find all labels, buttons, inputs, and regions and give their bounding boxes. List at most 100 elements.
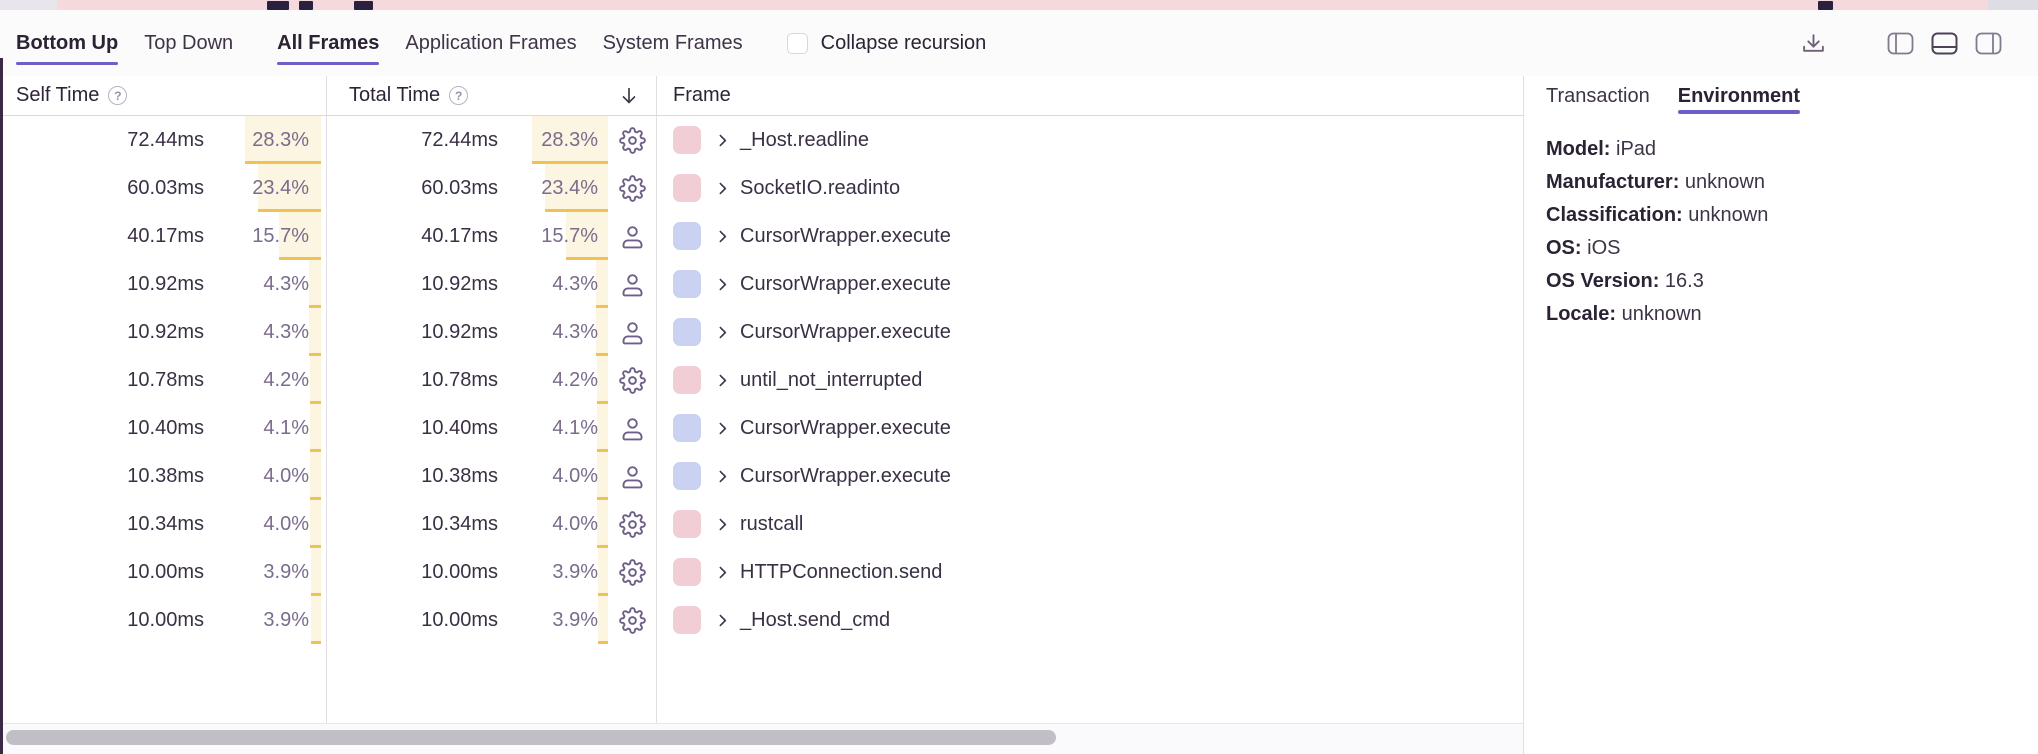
table-row[interactable]: 72.44ms28.3%72.44ms28.3%_Host.readline (0, 116, 1523, 164)
tab-top-down[interactable]: Top Down (144, 10, 233, 76)
total-time-value: 10.34ms (421, 513, 498, 536)
total-time-cell: 10.00ms3.9% (327, 548, 657, 596)
sort-desc-icon[interactable] (618, 84, 640, 108)
minimap-frame-mark (267, 1, 289, 10)
self-time-cell: 72.44ms28.3% (0, 116, 327, 164)
frame-cell: _Host.send_cmd (657, 596, 1523, 644)
self-time-cell: 10.92ms4.3% (0, 260, 327, 308)
total-time-percent: 3.9% (498, 548, 608, 596)
person-icon (608, 271, 656, 298)
chevron-right-icon[interactable] (714, 516, 731, 533)
collapse-recursion-checkbox[interactable] (787, 33, 808, 54)
table-row[interactable]: 10.38ms4.0%10.38ms4.0%CursorWrapper.exec… (0, 452, 1523, 500)
total-time-value: 10.92ms (421, 273, 498, 296)
frame-name: CursorWrapper.execute (740, 225, 951, 248)
total-time-cell: 10.92ms4.3% (327, 260, 657, 308)
total-time-column-header[interactable]: Total Time ? (327, 76, 657, 115)
flamechart-minimap-strip[interactable] (0, 0, 2038, 10)
chevron-right-icon[interactable] (714, 564, 731, 581)
table-row[interactable]: 40.17ms15.7%40.17ms15.7% CursorWrapper.ex… (0, 212, 1523, 260)
total-time-percent: 28.3% (498, 116, 608, 164)
total-time-value: 40.17ms (421, 225, 498, 248)
layout-split-left-icon[interactable] (1887, 32, 1914, 55)
download-icon[interactable] (1801, 31, 1826, 56)
collapse-recursion-label: Collapse recursion (821, 32, 987, 55)
tab-environment[interactable]: Environment (1678, 76, 1800, 116)
total-time-percent: 4.1% (498, 404, 608, 452)
self-time-percent: 4.0% (204, 500, 321, 548)
self-time-cell: 10.00ms3.9% (0, 548, 327, 596)
horizontal-scrollbar-thumb[interactable] (6, 730, 1056, 745)
chevron-right-icon[interactable] (714, 228, 731, 245)
self-time-cell: 10.78ms4.2% (0, 356, 327, 404)
frame-color-swatch (673, 222, 701, 250)
self-time-percent: 23.4% (204, 164, 321, 212)
table-row[interactable]: 10.78ms4.2%10.78ms4.2%until_not_interrup… (0, 356, 1523, 404)
self-time-percent: 28.3% (204, 116, 321, 164)
table-row[interactable]: 10.34ms4.0%10.34ms4.0%rustcall (0, 500, 1523, 548)
environment-field: Locale: unknown (1546, 298, 2016, 331)
frame-name: SocketIO.readinto (740, 177, 900, 200)
self-time-value: 10.40ms (127, 417, 204, 440)
tab-all-frames[interactable]: All Frames (277, 10, 379, 76)
total-time-value: 60.03ms (421, 177, 498, 200)
self-time-percent: 3.9% (204, 548, 321, 596)
table-empty-space (0, 644, 1523, 723)
frame-cell: CursorWrapper.execute (657, 308, 1523, 356)
layout-split-bottom-icon[interactable] (1931, 32, 1958, 55)
tab-bottom-up[interactable]: Bottom Up (16, 10, 118, 76)
chevron-right-icon[interactable] (714, 468, 731, 485)
self-time-value: 60.03ms (127, 177, 204, 200)
chevron-right-icon[interactable] (714, 180, 731, 197)
chevron-right-icon[interactable] (714, 612, 731, 629)
table-row[interactable]: 10.00ms3.9%10.00ms3.9%_Host.send_cmd (0, 596, 1523, 644)
chevron-right-icon[interactable] (714, 276, 731, 293)
chevron-right-icon[interactable] (714, 420, 731, 437)
frame-cell: CursorWrapper.execute (657, 452, 1523, 500)
self-time-percent: 4.1% (204, 404, 321, 452)
gear-icon (608, 607, 656, 634)
self-time-help-icon[interactable]: ? (108, 86, 127, 105)
frame-name: CursorWrapper.execute (740, 417, 951, 440)
frame-name: CursorWrapper.execute (740, 273, 951, 296)
table-row[interactable]: 60.03ms23.4%60.03ms23.4%SocketIO.readint… (0, 164, 1523, 212)
frame-color-swatch (673, 174, 701, 202)
window-left-edge (0, 58, 3, 754)
chevron-right-icon[interactable] (714, 372, 731, 389)
frame-color-swatch (673, 510, 701, 538)
self-time-value: 10.78ms (127, 369, 204, 392)
total-time-percent: 15.7% (498, 212, 608, 260)
tab-application-frames[interactable]: Application Frames (405, 10, 576, 76)
self-time-percent: 4.3% (204, 308, 321, 356)
frame-name: _Host.readline (740, 129, 869, 152)
total-time-help-icon[interactable]: ? (449, 86, 468, 105)
tab-system-frames[interactable]: System Frames (603, 10, 743, 76)
self-time-value: 10.92ms (127, 321, 204, 344)
frame-name: HTTPConnection.send (740, 561, 942, 584)
table-row[interactable]: 10.92ms4.3%10.92ms4.3% CursorWrapper.exec… (0, 260, 1523, 308)
gear-icon (608, 511, 656, 538)
environment-field: Manufacturer: unknown (1546, 166, 2016, 199)
environment-field: Model: iPad (1546, 133, 2016, 166)
total-time-value: 10.38ms (421, 465, 498, 488)
total-time-cell: 40.17ms15.7% (327, 212, 657, 260)
table-row[interactable]: 10.00ms3.9%10.00ms3.9% HTTPConnection.sen… (0, 548, 1523, 596)
tab-transaction[interactable]: Transaction (1546, 76, 1650, 116)
self-time-column-header[interactable]: Self Time ? (0, 76, 327, 115)
environment-details: Model: iPadManufacturer: unknownClassifi… (1524, 116, 2038, 348)
layout-split-right-icon[interactable] (1975, 32, 2002, 55)
chevron-right-icon[interactable] (714, 324, 731, 341)
table-row[interactable]: 10.92ms4.3%10.92ms4.3%CursorWrapper.exec… (0, 308, 1523, 356)
person-icon (608, 463, 656, 490)
table-row[interactable]: 10.40ms4.1%10.40ms4.1%CursorWrapper.exec… (0, 404, 1523, 452)
frame-cell: CursorWrapper.execute (657, 212, 1523, 260)
frame-column-header[interactable]: Frame (657, 76, 1523, 115)
person-icon (608, 223, 656, 250)
table-header-row: Self Time ? Total Time ? Frame (0, 76, 1523, 116)
total-time-percent: 4.2% (498, 356, 608, 404)
chevron-right-icon[interactable] (714, 132, 731, 149)
toolbar: Bottom Up Top Down All Frames Applicatio… (0, 10, 2038, 76)
total-time-cell: 10.40ms4.1% (327, 404, 657, 452)
horizontal-scrollbar-track[interactable] (0, 723, 1523, 754)
frame-name: CursorWrapper.execute (740, 321, 951, 344)
